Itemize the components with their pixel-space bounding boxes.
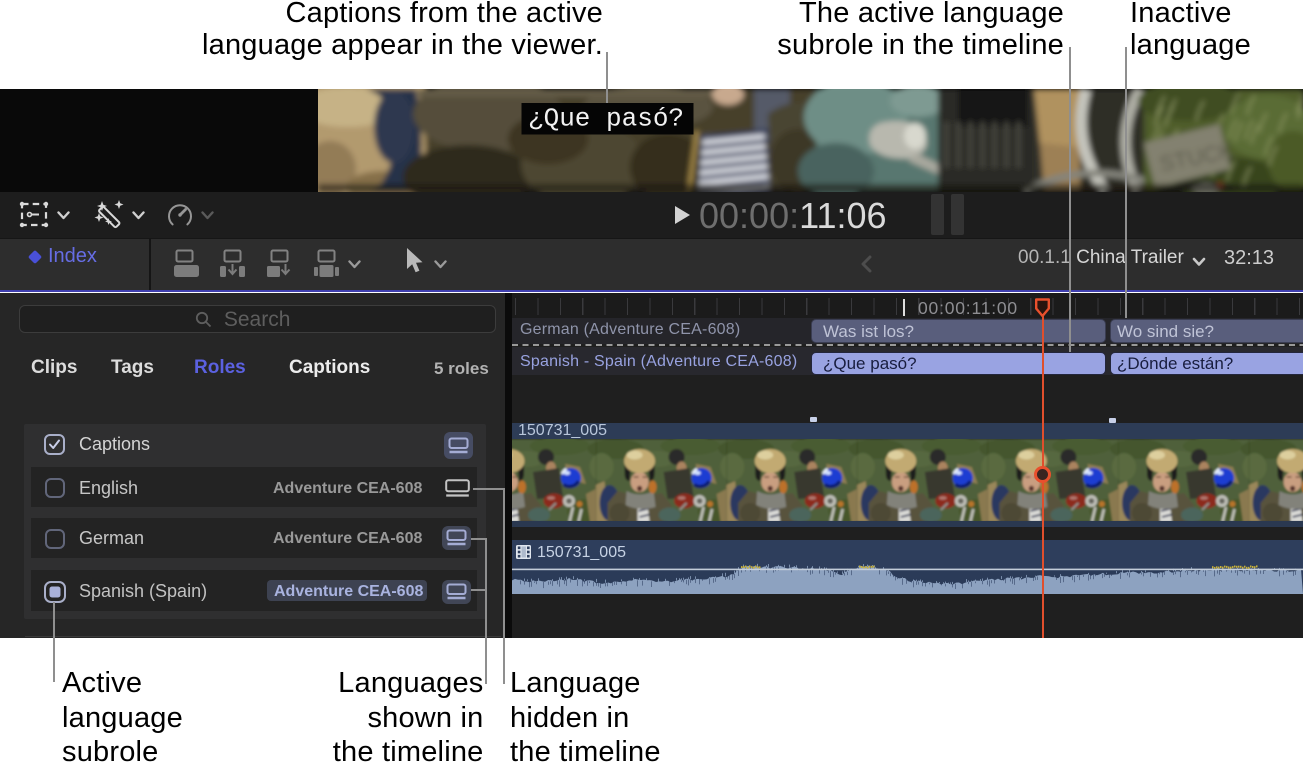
svg-text:150731_005: 150731_005 bbox=[537, 544, 626, 561]
svg-text:¿Que pasó?: ¿Que pasó? bbox=[528, 104, 684, 134]
